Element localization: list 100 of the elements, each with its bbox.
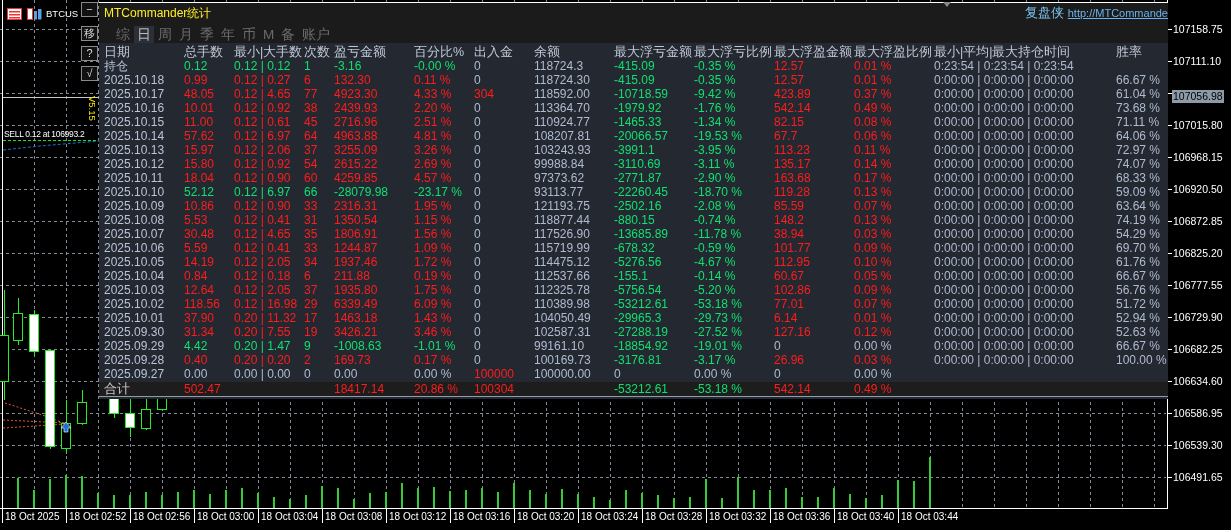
column-header: 最大浮亏比例 [694,45,774,59]
table-cell: 114475.12 [534,255,614,269]
table-cell: -53.18 % [694,297,774,311]
table-cell: 0.00 [184,367,234,381]
table-cell: -0.35 % [694,73,774,87]
table-cell: 0.12 | 0.92 [234,157,304,171]
side-button[interactable]: √ [81,66,98,81]
current-price-label: 107056.98 [1172,90,1224,103]
table-cell: 0 [304,367,334,381]
table-cell: 6.09 % [414,297,474,311]
table-cell: 38 [304,101,334,115]
tab[interactable]: 备 [278,26,299,44]
table-cell-text: 61.76 % [1116,255,1162,269]
table-cell: 169.73 [334,353,414,367]
table-cell: 115719.99 [534,241,614,255]
tab[interactable]: 账户 [299,26,334,44]
table-cell: -18.70 % [694,185,774,199]
candle [125,397,135,438]
table-cell: 0.08 % [854,115,934,129]
price-label: 106920.50 [1173,183,1223,195]
column-header: 最大浮盈比例 [854,45,934,59]
table-cell: 0:00:00 | 0:00:00 | 0:00:00 [934,297,1116,311]
table-cell: 0.20 | 0.20 [234,353,304,367]
table-cell: 0.12 | 2.06 [234,143,304,157]
price-label: 106682.25 [1173,343,1223,355]
side-button[interactable]: 移 [81,26,98,41]
tab[interactable]: M [260,26,278,44]
table-cell: 0.07 % [854,199,934,213]
table-cell: -20066.57 [614,129,694,143]
table-cell: 0:00:00 | 0:00:00 | 0:00:00 [934,199,1116,213]
order-label: SELL 0.12 at 106993.2 [4,129,85,140]
table-cell: 0:00:00 | 0:00:00 | 0:00:00 [934,241,1116,255]
tab[interactable]: 综 [113,26,133,44]
website-link[interactable]: http://MTCommande [1067,5,1168,21]
table-cell: 0.12 | 4.65 [234,227,304,241]
table-cell: 0.12 | 0.90 [234,171,304,185]
column-header: 总手数 [184,45,234,59]
table-cell: -53212.61 [614,297,694,311]
table-cell: 118724.3 [534,59,614,73]
table-cell: -678.32 [614,241,694,255]
tab[interactable]: 日 [134,26,154,44]
time-label: 18 Oct 03:00 [197,511,255,522]
table-cell: 112537.66 [534,269,614,283]
side-button[interactable]: − [81,2,98,17]
time-label: 18 Oct 02:52 [69,511,127,522]
table-cell: 0.09 % [854,283,934,297]
candle [109,397,119,419]
table-cell: 0:00:00 | 0:00:00 | 0:00:00 [934,185,1116,199]
table-cell: 118.56 [184,297,234,311]
table-cell: -19.01 % [694,339,774,353]
side-button[interactable]: ? [81,46,98,61]
table-cell: -1008.63 [334,339,414,353]
table-cell: 85.59 [774,199,854,213]
table-cell: 2.69 % [414,157,474,171]
table-cell: -3110.69 [614,157,694,171]
tab[interactable]: 年 [218,26,238,44]
table-cell: 4923.30 [334,87,414,101]
table-cell: 0.12 | 4.65 [234,87,304,101]
table-cell: 0 [474,73,534,87]
table-cell: -5756.54 [614,283,694,297]
table-cell: 3.46 % [414,325,474,339]
table-cell: 31.34 [184,325,234,339]
table-cell: 4.33 % [414,87,474,101]
table-cell-text: 52.63 % [1116,325,1162,339]
table-cell: 37 [304,143,334,157]
tab[interactable]: 周 [155,26,175,44]
table-cell: 0 [474,185,534,199]
table-cell: 2.20 % [414,101,474,115]
table-cell: 211.88 [334,269,414,283]
table-icon[interactable] [7,8,22,20]
table-cell: 2025.10.05 [104,255,184,269]
table-cell: 2025.10.11 [104,171,184,185]
table-cell: 2025.10.12 [104,157,184,171]
table-cell: 31 [304,213,334,227]
table-cell: 0 [474,325,534,339]
table-cell: 34 [304,255,334,269]
tab[interactable]: 币 [239,26,259,44]
table-cell: 1463.18 [334,311,414,325]
table-cell: 0.12 | 0.27 [234,73,304,87]
table-cell: 1.15 % [414,213,474,227]
table-cell: -29965.3 [614,311,694,325]
bar-chart-icon[interactable] [27,8,42,20]
table-cell: 0:00:00 | 0:00:00 | 0:00:00 [934,339,1116,353]
table-cell: 0.19 % [414,269,474,283]
table-cell: 54 [304,157,334,171]
table-cell: 117526.90 [534,227,614,241]
table-cell: 持仓 [104,59,184,73]
table-cell: 20.86 % [414,382,459,396]
table-cell: 2025.10.01 [104,311,184,325]
table-cell: 0.03 % [854,227,934,241]
table-cell: 0 [474,115,534,129]
table-cell: 0.00 % [414,367,474,381]
table-cell: 0 [474,171,534,185]
table-cell-text: 74.07 % [1116,157,1162,171]
tab[interactable]: 月 [176,26,196,44]
table-cell: -415.09 [614,59,694,73]
table-cell: 2025.09.29 [104,339,184,353]
candle [29,309,39,357]
tab[interactable]: 季 [197,26,217,44]
table-cell: 2025.10.14 [104,129,184,143]
